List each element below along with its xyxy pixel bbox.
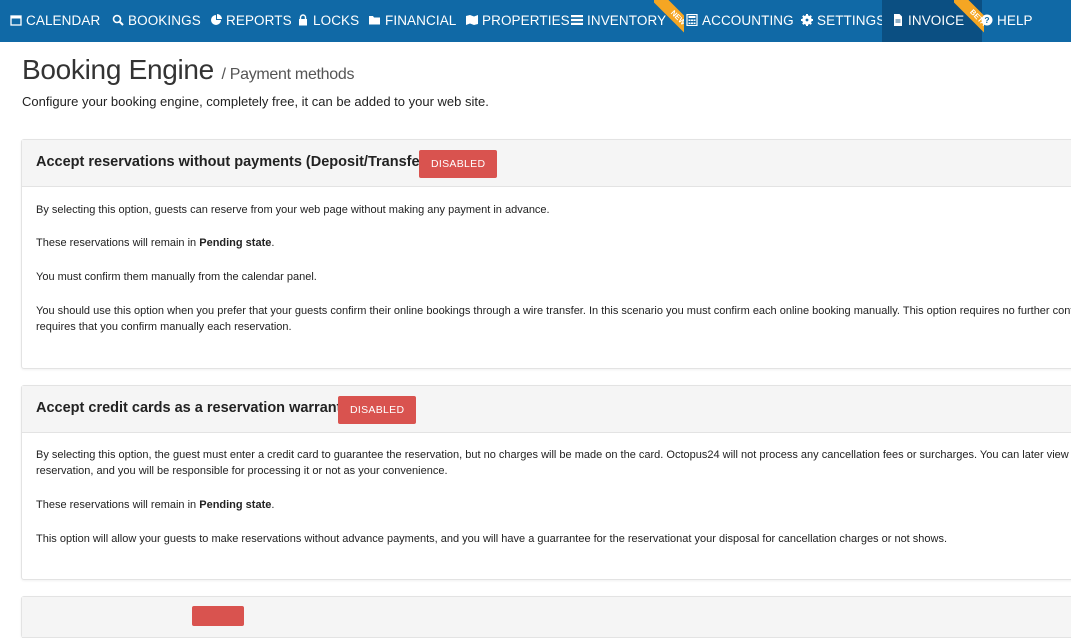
nav-label: REPORTS — [226, 13, 292, 28]
text-span: These reservations will remain in — [36, 237, 200, 249]
panel-paragraph: These reservations will remain in Pendin… — [36, 235, 1071, 251]
bold-text: Pending state — [199, 237, 272, 249]
panel-header: Accept credit cards as a reservation war… — [22, 386, 1071, 433]
map-icon — [466, 15, 478, 25]
document-icon — [894, 14, 902, 26]
nav-label: PROPERTIES — [482, 13, 570, 28]
nav-properties[interactable]: PROPERTIES — [466, 0, 570, 42]
status-toggle-button[interactable]: DISABLED — [419, 150, 498, 178]
panel-header — [22, 597, 1071, 638]
svg-text:?: ? — [984, 15, 989, 25]
nav-financial[interactable]: FINANCIAL — [369, 0, 456, 42]
panel-paragraph: These reservations will remain in Pendin… — [36, 497, 1071, 513]
page-description: Configure your booking engine, completel… — [22, 94, 489, 109]
gear-icon — [801, 14, 813, 26]
panel-deposit-transfer: Accept reservations without payments (De… — [21, 139, 1071, 369]
calendar-icon — [10, 15, 22, 26]
question-circle-icon: ? — [981, 14, 993, 26]
bold-text: Pending state — [199, 499, 272, 511]
nav-inventory[interactable]: INVENTORY — [571, 0, 666, 42]
page-subtitle: / Payment methods — [221, 66, 355, 83]
page-title-text: Booking Engine — [22, 54, 214, 85]
nav-label: BOOKINGS — [128, 13, 201, 28]
nav-locks[interactable]: LOCKS — [297, 0, 359, 42]
nav-settings[interactable]: SETTINGS — [801, 0, 885, 42]
panel-paragraph: requires that you confirm manually each … — [36, 321, 292, 333]
panel-header: Accept reservations without payments (De… — [22, 140, 1071, 187]
panel-title: Accept credit cards as a reservation war… — [36, 400, 350, 416]
nav-accounting[interactable]: ACCOUNTING — [686, 0, 794, 42]
nav-label: CALENDAR — [26, 13, 101, 28]
panel-paragraph: You must confirm them manually from the … — [36, 271, 317, 283]
nav-bookings[interactable]: BOOKINGS — [112, 0, 201, 42]
nav-label: LOCKS — [313, 13, 360, 28]
status-toggle-button[interactable]: DISABLED — [338, 396, 417, 424]
nav-label: FINANCIAL — [385, 13, 457, 28]
folder-icon — [369, 16, 380, 25]
calculator-icon — [686, 14, 698, 26]
nav-label: INVENTORY — [587, 13, 667, 28]
text-span: These reservations will remain in — [36, 499, 200, 511]
nav-label: INVOICE — [908, 13, 965, 28]
panel-paragraph: By selecting this option, the guest must… — [36, 449, 1071, 461]
text-span: . — [271, 499, 275, 511]
panel-paragraph: By selecting this option, guests can res… — [36, 204, 550, 216]
search-icon — [112, 14, 124, 26]
nav-calendar[interactable]: CALENDAR — [10, 0, 100, 42]
nav-help[interactable]: ? HELP — [981, 0, 1033, 42]
list-icon — [571, 15, 583, 25]
panel-paragraph: reservation, and you will be responsible… — [36, 465, 448, 477]
nav-invoice[interactable]: INVOICE — [882, 0, 982, 42]
text-span: . — [271, 237, 275, 249]
nav-label: HELP — [997, 13, 1033, 28]
nav-reports[interactable]: REPORTS — [210, 0, 292, 42]
nav-label: SETTINGS — [817, 13, 886, 28]
panel-title: Accept reservations without payments (De… — [36, 154, 431, 170]
panel-credit-card-warranty: Accept credit cards as a reservation war… — [21, 385, 1071, 580]
status-toggle-button[interactable] — [192, 606, 244, 626]
lock-icon — [299, 14, 307, 26]
panel-next-method — [21, 596, 1071, 638]
panel-paragraph: You should use this option when you pref… — [36, 305, 1071, 317]
panel-paragraph: This option will allow your guests to ma… — [36, 533, 948, 545]
top-navbar: CALENDAR BOOKINGS REPORTS LOCKS FINANCIA… — [0, 0, 1071, 42]
pie-chart-icon — [211, 14, 222, 25]
nav-label: ACCOUNTING — [702, 13, 794, 28]
page-title: Booking Engine / Payment methods — [22, 54, 354, 86]
